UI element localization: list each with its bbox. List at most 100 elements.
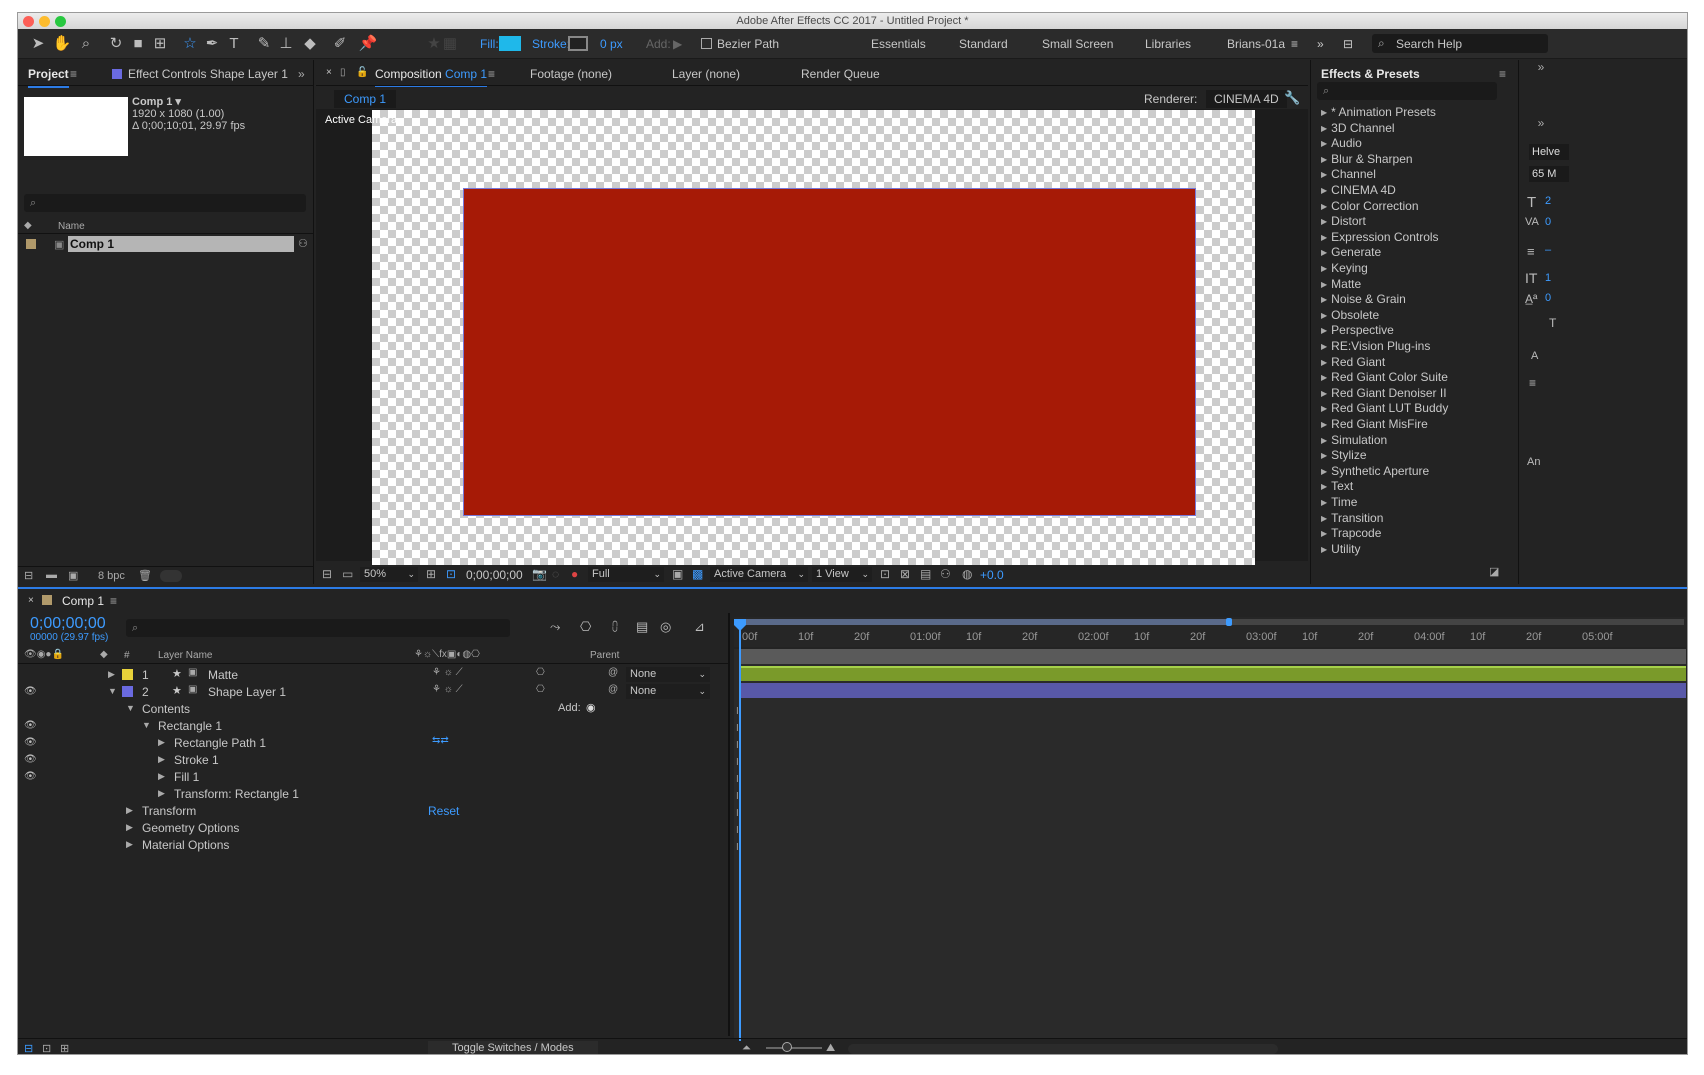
property-rect-path[interactable]: 👁 ▶ Rectangle Path 1 ⇆⇄ [18, 734, 684, 751]
effects-category[interactable]: Matte [1321, 277, 1361, 291]
add-property-icon[interactable]: ◉ [586, 701, 596, 714]
minimize-window-button[interactable] [39, 16, 50, 27]
camera-dropdown[interactable]: Active Camera ⌄ [710, 567, 808, 582]
effects-search-input[interactable]: ⌕ [1317, 82, 1497, 100]
effects-category[interactable]: Red Giant LUT Buddy [1321, 401, 1448, 415]
property-geometry[interactable]: ▶ Geometry Options [18, 819, 684, 836]
effects-category[interactable]: Trapcode [1321, 526, 1381, 540]
animator-label[interactable]: An [1527, 456, 1540, 468]
timeline-tab[interactable]: Comp 1 [62, 594, 104, 608]
vertical-scale-value[interactable]: 1 [1545, 272, 1551, 284]
collapse-layer-icon[interactable]: ▼ [108, 686, 117, 696]
effects-category[interactable]: Red Giant [1321, 355, 1385, 369]
pan-behind-tool-icon[interactable]: ⊞ [150, 34, 170, 54]
expand-fill-icon[interactable]: ▶ [158, 771, 165, 782]
effects-category[interactable]: * Animation Presets [1321, 105, 1436, 119]
parent-dropdown[interactable]: None ⌄ [626, 667, 710, 682]
expand-rect-path-icon[interactable]: ▶ [158, 737, 165, 748]
work-area-end-handle[interactable] [1226, 618, 1232, 626]
new-preset-icon[interactable]: ◪ [1489, 565, 1499, 578]
shape-rectangle[interactable] [463, 188, 1196, 516]
workspace-standard[interactable]: Standard [959, 37, 1008, 51]
visibility-eye-icon[interactable]: 👁 [24, 771, 37, 782]
more-workspaces-icon[interactable]: » [1317, 37, 1324, 51]
paragraph-a-label[interactable]: A [1531, 350, 1538, 362]
workspace-essentials[interactable]: Essentials [871, 37, 926, 51]
effects-category[interactable]: CINEMA 4D [1321, 183, 1396, 197]
effects-category[interactable]: Red Giant Denoiser II [1321, 386, 1446, 400]
stroke-width-value[interactable]: 0 px [600, 37, 623, 51]
expand-stroke-icon[interactable]: ▶ [158, 754, 165, 765]
comp-mini-flowchart-icon[interactable]: ⤳ [550, 619, 560, 635]
parent-dropdown[interactable]: None ⌄ [626, 684, 710, 699]
pickwhip-icon[interactable]: @ [608, 667, 618, 678]
layer-row-shape[interactable]: 👁 ▼ 2 ★ ▣ Shape Layer 1 ⚘ ☼ ⟋ ⎔ @ None ⌄ [18, 683, 710, 700]
pen-tool-icon[interactable]: ✒ [202, 34, 222, 54]
project-item-row[interactable]: ▣ Comp 1 ⚇ [18, 236, 314, 252]
effects-category[interactable]: Expression Controls [1321, 230, 1438, 244]
col-layer-name[interactable]: Layer Name [158, 650, 212, 661]
clone-stamp-tool-icon[interactable]: ⊥ [276, 34, 296, 54]
effects-category[interactable]: Color Correction [1321, 199, 1418, 213]
effects-category[interactable]: Synthetic Aperture [1321, 464, 1429, 478]
fast-previews-icon[interactable]: ⊠ [900, 567, 910, 581]
comp-timecode[interactable]: 0;00;00;00 [466, 568, 523, 582]
project-scroll-handle[interactable] [160, 570, 182, 582]
in-out-pane-icon[interactable]: ⊞ [60, 1042, 69, 1054]
resolution-grid-icon[interactable]: ⊞ [426, 567, 436, 581]
zoom-in-icon[interactable]: ⛰ [826, 1042, 835, 1054]
timeline-horizontal-scrollbar[interactable] [848, 1044, 1278, 1054]
wrench-icon[interactable]: 🔧 [1284, 90, 1300, 106]
transparency-grid-icon[interactable]: ▩ [692, 567, 703, 581]
effects-menu-icon[interactable]: ≡ [1499, 67, 1506, 81]
col-name[interactable]: Name [58, 221, 85, 232]
property-rectangle[interactable]: 👁 ▼ Rectangle 1 [18, 717, 684, 734]
expand-icon[interactable]: » [1521, 116, 1561, 130]
always-preview-icon[interactable]: ⊟ [322, 567, 332, 581]
font-style-field[interactable]: 65 M [1529, 166, 1569, 182]
flowchart-comp-icon[interactable]: ⚇ [940, 567, 951, 581]
project-item-name[interactable]: Comp 1 [68, 236, 294, 252]
font-family-field[interactable]: Helve [1529, 144, 1569, 160]
effects-category[interactable]: Noise & Grain [1321, 292, 1406, 306]
hand-tool-icon[interactable]: ✋ [52, 34, 72, 54]
layer-label-swatch[interactable] [122, 669, 133, 680]
tab-project[interactable]: Project [28, 67, 69, 88]
visibility-eye-icon[interactable]: 👁 [24, 720, 37, 731]
effects-category[interactable]: Simulation [1321, 433, 1387, 447]
effects-category[interactable]: Blur & Sharpen [1321, 152, 1412, 166]
panel-expand-icon[interactable]: » [298, 67, 305, 81]
workspace-menu-icon[interactable]: ≡ [1291, 37, 1298, 51]
faux-bold-icon[interactable]: T [1549, 316, 1556, 330]
modes-pane-icon[interactable]: ⊡ [42, 1042, 51, 1054]
tab-render-queue[interactable]: Render Queue [801, 67, 880, 81]
graph-editor-icon[interactable]: ⊿ [694, 619, 705, 635]
show-snapshot-icon[interactable]: ◌ [552, 567, 559, 581]
zoom-out-icon[interactable]: ⏶ [742, 1042, 751, 1054]
reset-link[interactable]: Reset [428, 804, 459, 818]
effects-category[interactable]: Stylize [1321, 448, 1366, 462]
motion-blur-icon[interactable]: ◎ [660, 619, 671, 635]
rotation-tool-icon[interactable]: ↻ [106, 34, 126, 54]
add-arrow-icon[interactable]: ▶ [673, 37, 682, 51]
property-transform[interactable]: ▶ Transform Reset [18, 802, 684, 819]
roto-brush-tool-icon[interactable]: ✐ [330, 34, 350, 54]
views-dropdown[interactable]: 1 View ⌄ [812, 567, 872, 582]
close-window-button[interactable] [23, 16, 34, 27]
effects-category[interactable]: Obsolete [1321, 308, 1379, 322]
timeline-search-input[interactable]: ⌕ [126, 619, 510, 637]
comp-viewer[interactable]: Active Camera [316, 109, 1308, 566]
track-area[interactable]: IIIIIIIII [734, 619, 1686, 1041]
expand-geometry-icon[interactable]: ▶ [126, 822, 133, 833]
search-help-input[interactable]: ⌕ Search Help [1372, 34, 1548, 53]
effects-category[interactable]: Utility [1321, 542, 1360, 556]
stroke-width-field[interactable]: – [1545, 244, 1551, 256]
font-size-value[interactable]: 2 [1545, 195, 1551, 207]
layer-bar-shape[interactable] [740, 683, 1686, 698]
property-contents[interactable]: ▼ Contents Add: ◉ [18, 700, 684, 717]
pickwhip-icon[interactable]: @ [608, 684, 618, 695]
time-ruler[interactable]: 00f 10f 20f 01:00f 10f 20f 02:00f 10f 20f 03:00f 1… [734, 617, 1686, 647]
selection-tool-icon[interactable]: ➤ [28, 34, 48, 54]
new-folder-icon[interactable]: ▬ [46, 569, 57, 581]
brush-tool-icon[interactable]: ✎ [254, 34, 274, 54]
